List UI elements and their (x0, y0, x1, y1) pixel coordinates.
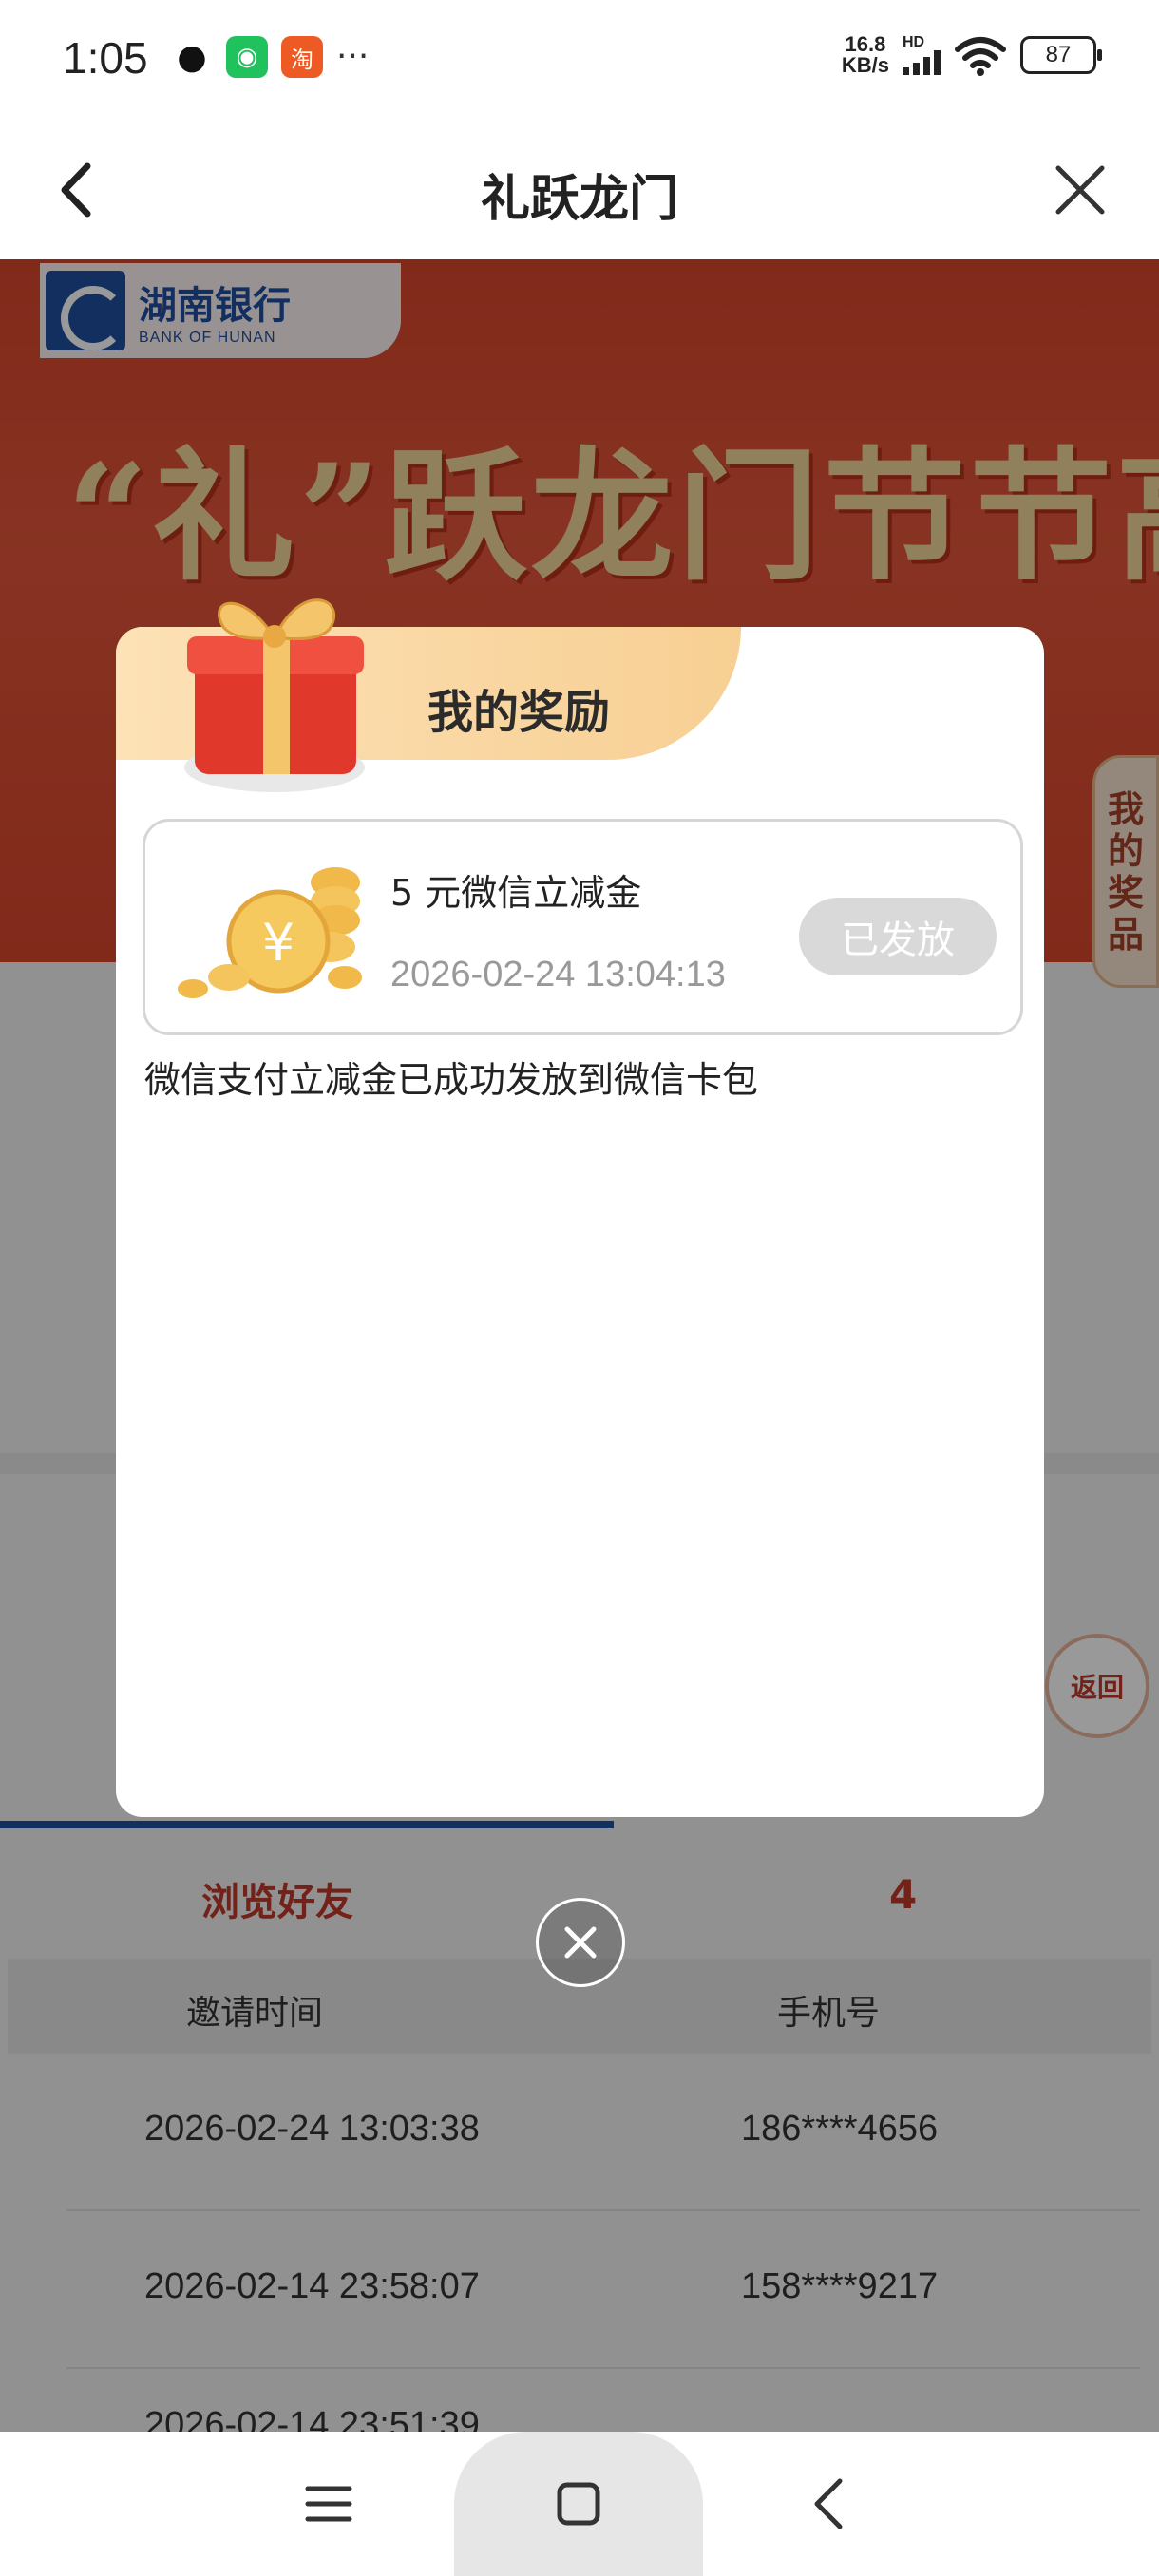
modal-title: 我的奖励 (428, 686, 611, 739)
status-bar: 1:05 ● ◉ 淘 ··· 16.8 KB/s HD 87 (0, 0, 1159, 119)
menu-icon[interactable] (302, 2477, 355, 2530)
nav-back-icon[interactable] (804, 2473, 857, 2534)
status-indicators: 16.8 KB/s HD 87 (842, 34, 1102, 76)
issued-status-button[interactable]: 已发放 (799, 898, 997, 975)
page-title: 礼跃龙门 (480, 171, 678, 228)
wechat-icon: ◉ (226, 36, 268, 78)
reward-note: 微信支付立减金已成功发放到微信卡包 (144, 1059, 759, 1101)
notification-icons: ● ◉ 淘 ··· (171, 36, 369, 78)
qq-icon: ● (177, 37, 207, 77)
home-icon (557, 2482, 600, 2526)
coins-icon: ¥ (178, 867, 362, 998)
net-speed: 16.8 KB/s (842, 34, 889, 76)
reward-name: 5 元微信立减金 (390, 872, 642, 914)
wifi-icon (955, 37, 1006, 76)
signal-label: HD (902, 34, 925, 50)
battery-indicator: 87 (1020, 36, 1102, 74)
cell-signal: HD (902, 35, 940, 75)
close-icon (564, 1926, 597, 1959)
net-speed-value: 16.8 (845, 32, 886, 56)
gift-icon (184, 598, 365, 792)
reward-card: ¥ 5 元微信立减金 2026-02-24 13:04:13 已发放 (142, 819, 1023, 1035)
my-rewards-modal: 我的奖励 ¥ 5 元微信立减金 2026-02-24 13:04:13 已发放 … (116, 598, 1044, 1817)
close-icon[interactable] (1049, 159, 1112, 221)
modal-close-button[interactable] (536, 1898, 625, 1987)
taobao-icon: 淘 (281, 36, 323, 78)
net-speed-unit: KB/s (841, 53, 889, 77)
home-button[interactable] (454, 2432, 703, 2576)
signal-bars-icon (902, 50, 940, 75)
more-notifications-icon: ··· (336, 37, 370, 76)
system-navigation-bar (0, 2432, 1159, 2576)
title-bar: 礼跃龙门 (0, 119, 1159, 259)
svg-text:¥: ¥ (262, 913, 294, 973)
reward-time: 2026-02-24 13:04:13 (390, 955, 726, 994)
status-time: 1:05 (63, 33, 148, 83)
